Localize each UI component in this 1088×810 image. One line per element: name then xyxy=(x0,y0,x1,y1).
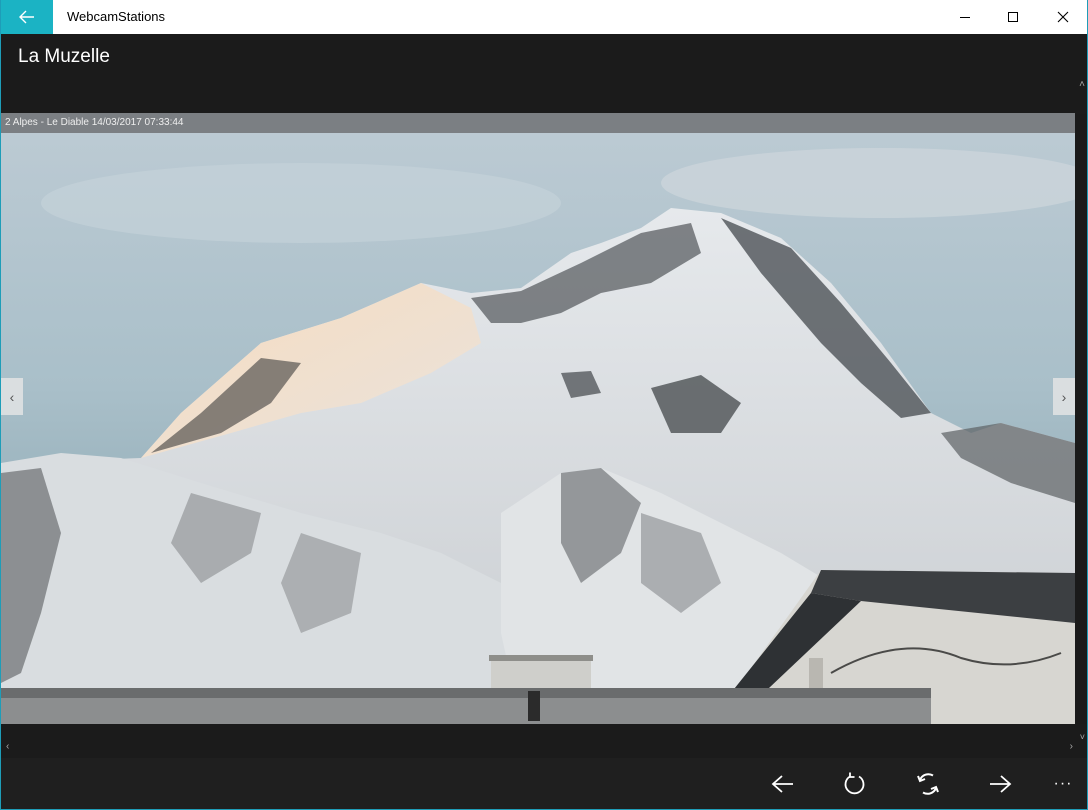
page-header: La Muzelle ˄ xyxy=(1,34,1087,114)
command-bar: ··· xyxy=(1,758,1087,809)
sync-icon xyxy=(917,773,939,795)
webcam-photo xyxy=(1,113,1075,724)
app-title: WebcamStations xyxy=(67,9,166,24)
forward-button[interactable] xyxy=(980,766,1020,802)
page-title: La Muzelle xyxy=(18,46,110,67)
arrow-left-icon xyxy=(19,10,34,24)
next-image-button[interactable]: › xyxy=(1053,378,1075,415)
close-icon xyxy=(1057,11,1069,23)
close-button[interactable] xyxy=(1039,0,1087,34)
back-button[interactable] xyxy=(763,766,803,802)
scroll-up-arrow[interactable]: ˄ xyxy=(1079,79,1085,90)
previous-image-button[interactable]: ‹ xyxy=(1,378,23,415)
app-window: WebcamStations La Muzelle ˄ 2 Alpes - Le… xyxy=(0,0,1088,810)
scroll-down-arrow[interactable]: ˅ xyxy=(1080,732,1085,742)
maximize-button[interactable] xyxy=(989,0,1037,34)
horizontal-scrollbar[interactable]: ˅ ‹ › xyxy=(1,724,1087,758)
arrow-left-icon xyxy=(771,775,793,793)
refresh-button[interactable] xyxy=(835,766,875,802)
minimize-icon xyxy=(960,17,970,18)
more-button[interactable]: ··· xyxy=(1043,766,1083,802)
minimize-button[interactable] xyxy=(941,0,989,34)
scroll-right-arrow[interactable]: › xyxy=(1070,741,1073,752)
webcam-image-viewer[interactable]: 2 Alpes - Le Diable 14/03/2017 07:33:44 xyxy=(1,113,1075,724)
maximize-icon xyxy=(1008,12,1018,22)
title-bar: WebcamStations xyxy=(1,0,1087,34)
refresh-icon xyxy=(844,772,865,795)
titlebar-back-button[interactable] xyxy=(1,0,53,34)
arrow-right-icon xyxy=(990,775,1012,793)
scroll-left-arrow[interactable]: ‹ xyxy=(6,741,9,752)
webcam-caption: 2 Alpes - Le Diable 14/03/2017 07:33:44 xyxy=(1,113,1075,133)
sync-button[interactable] xyxy=(908,766,948,802)
